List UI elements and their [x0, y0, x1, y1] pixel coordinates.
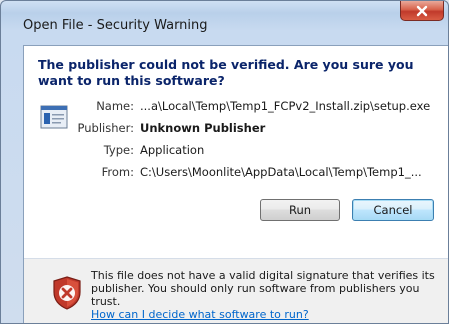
dialog-content: The publisher could not be verified. Are… — [23, 45, 448, 323]
name-label: Name: — [96, 99, 134, 113]
publisher-value: Unknown Publisher — [140, 121, 266, 135]
from-label: From: — [101, 165, 134, 179]
cancel-button[interactable]: Cancel — [352, 199, 434, 221]
footer-panel: This file does not have a valid digital … — [24, 258, 448, 323]
footer-line-2: publisher. You should only run software … — [91, 282, 420, 308]
close-icon — [401, 1, 443, 20]
type-row: Type: Application — [24, 143, 448, 159]
warning-headline: The publisher could not be verified. Are… — [38, 57, 414, 88]
help-link[interactable]: How can I decide what software to run? — [91, 308, 441, 321]
from-value: C:\Users\Moonlite\AppData\Local\Temp\Tem… — [140, 165, 422, 179]
close-button[interactable] — [400, 1, 444, 21]
name-row: Name: ...a\Local\Temp\Temp1_FCPv2_Instal… — [24, 99, 448, 115]
type-label: Type: — [103, 143, 134, 157]
title-bar[interactable]: Open File - Security Warning — [1, 1, 448, 45]
publisher-label: Publisher: — [77, 121, 134, 135]
from-row: From: C:\Users\Moonlite\AppData\Local\Te… — [24, 165, 448, 181]
footer-text: This file does not have a valid digital … — [91, 269, 441, 321]
security-shield-icon — [51, 275, 83, 311]
type-value: Application — [140, 143, 205, 157]
security-warning-dialog: Open File - Security Warning The publish… — [0, 0, 449, 324]
run-button[interactable]: Run — [260, 199, 340, 221]
name-value: ...a\Local\Temp\Temp1_FCPv2_Install.zip\… — [140, 99, 431, 113]
footer-line-1: This file does not have a valid digital … — [91, 269, 435, 282]
publisher-row: Publisher: Unknown Publisher — [24, 121, 448, 137]
window-title: Open File - Security Warning — [23, 18, 208, 33]
